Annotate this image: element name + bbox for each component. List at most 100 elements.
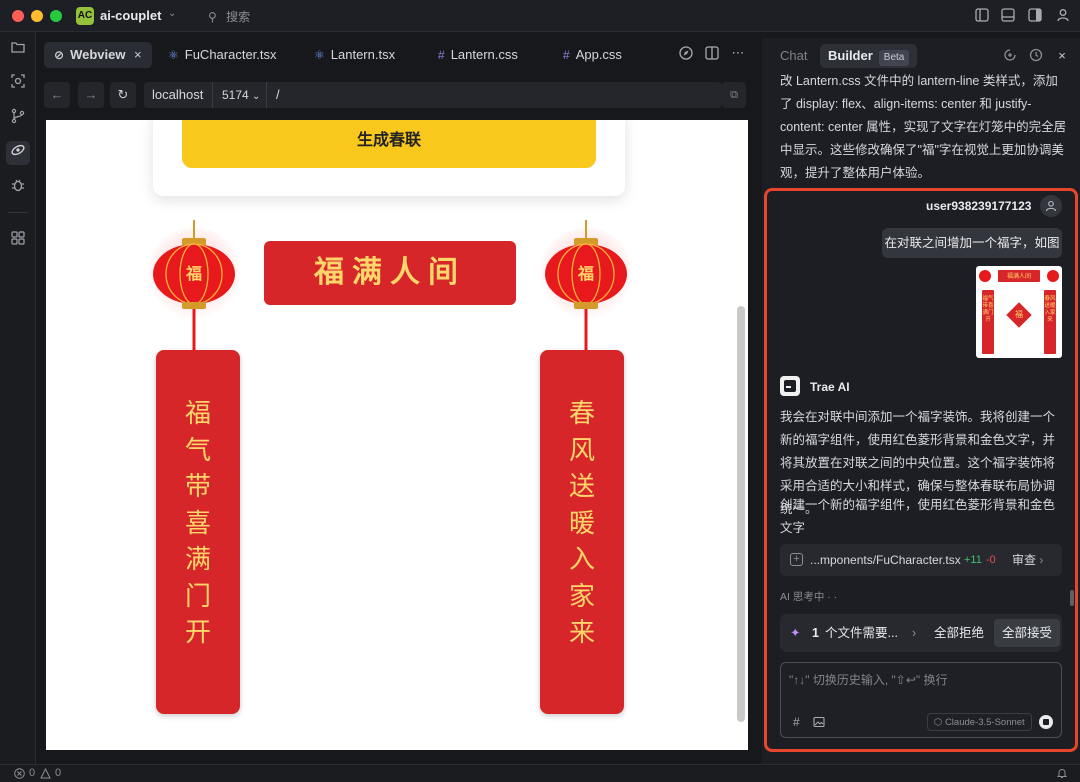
- lantern-character: 福: [577, 264, 594, 283]
- couplet-char: 暖: [568, 508, 595, 539]
- close-window-button[interactable]: [12, 10, 24, 22]
- port-select[interactable]: 5174 ⌄: [222, 82, 260, 110]
- trae-ai-avatar: [780, 376, 800, 396]
- status-bar: 0 0: [0, 764, 1080, 782]
- tab-webview[interactable]: ⊘ Webview ×: [44, 42, 152, 68]
- lantern-character: 福: [185, 264, 202, 283]
- search-code-icon[interactable]: [6, 72, 30, 96]
- editor-tabs: ⊘ Webview × ⚛ FuCharacter.tsx ⚛ Lantern.tsx…: [38, 38, 754, 70]
- account-icon[interactable]: [1055, 8, 1071, 24]
- right-couplet-text: 春 风 送 暖 入 家 来: [540, 396, 624, 652]
- couplet-char: 风: [568, 435, 595, 466]
- port-value: 5174: [222, 88, 249, 102]
- minimize-window-button[interactable]: [31, 10, 43, 22]
- generate-couplet-button[interactable]: 生成春联: [182, 120, 596, 168]
- horizontal-scroll: 福满人间: [264, 241, 516, 305]
- toggle-sidebar-icon[interactable]: [974, 8, 990, 24]
- forward-icon[interactable]: →: [78, 82, 104, 108]
- review-button[interactable]: 审查 ›: [1012, 544, 1043, 576]
- reject-all-button[interactable]: 全部拒绝: [934, 614, 984, 652]
- couplet-char: 入: [568, 545, 595, 575]
- lines-removed: -0: [986, 554, 996, 566]
- extensions-icon[interactable]: [6, 229, 30, 253]
- tab-lantern-tsx[interactable]: ⚛ Lantern.tsx: [314, 42, 395, 68]
- maximize-window-button[interactable]: [50, 10, 62, 22]
- chat-input[interactable]: "↑↓" 切换历史输入, "⇧↩" 换行 # ⬡ Claude-3.5-Sonn…: [780, 662, 1062, 738]
- beta-badge: Beta: [878, 50, 910, 66]
- couplet-char: 送: [568, 472, 595, 502]
- thumb-center: 福: [1015, 310, 1023, 319]
- tab-lantern-css[interactable]: # Lantern.css: [438, 42, 518, 68]
- error-icon[interactable]: [14, 768, 25, 782]
- tab-label: Lantern.tsx: [330, 47, 396, 62]
- link-icon: ⊘: [54, 48, 65, 62]
- attached-image[interactable]: 福满人间 福气带喜满门开 春风送暖入家来 福: [976, 266, 1062, 358]
- hash-icon: #: [438, 48, 445, 62]
- stop-icon: [1043, 719, 1049, 725]
- tab-builder[interactable]: Builder Beta: [820, 44, 918, 68]
- tab-app-css[interactable]: # App.css: [563, 42, 622, 68]
- bell-icon[interactable]: [1056, 767, 1068, 782]
- chevron-right-icon[interactable]: ›: [912, 614, 916, 652]
- tab-chat[interactable]: Chat: [780, 48, 807, 63]
- toggle-panel-icon[interactable]: [1000, 8, 1016, 24]
- hash-icon: #: [563, 48, 570, 62]
- user-avatar-icon: [1040, 195, 1062, 217]
- webview-scrollbar[interactable]: [737, 306, 745, 722]
- explorer-icon[interactable]: [6, 38, 30, 62]
- url-path: /: [276, 87, 280, 102]
- new-chat-icon[interactable]: [1002, 48, 1018, 64]
- tab-label: Lantern.css: [450, 47, 518, 62]
- file-change-card[interactable]: + ...mponents/FuCharacter.tsx +11 -0 审查 …: [780, 544, 1062, 576]
- reload-icon[interactable]: ↻: [110, 82, 136, 108]
- webview-icon[interactable]: [6, 141, 30, 165]
- previous-ai-message: 改 Lantern.css 文件中的 lantern-line 类样式，添加了 …: [780, 74, 1067, 180]
- history-icon[interactable]: [1028, 48, 1044, 64]
- activity-divider: [8, 212, 28, 213]
- url-input[interactable]: localhost 5174 ⌄ /: [144, 82, 722, 108]
- search-label: 搜索: [226, 10, 251, 24]
- hash-icon[interactable]: #: [793, 715, 800, 729]
- url-host: localhost: [152, 87, 204, 102]
- image-icon[interactable]: [813, 715, 825, 733]
- close-tab-icon[interactable]: ×: [134, 42, 142, 68]
- close-panel-icon[interactable]: ×: [1054, 48, 1070, 64]
- debug-icon[interactable]: [6, 176, 30, 200]
- couplet-char: 满: [184, 545, 211, 575]
- tab-label: App.css: [575, 47, 622, 62]
- panel-scrollbar[interactable]: [1070, 590, 1074, 606]
- activity-bar: [0, 32, 36, 764]
- warning-icon[interactable]: [40, 767, 51, 782]
- lines-added: +11: [964, 554, 982, 566]
- split-editor-icon[interactable]: [704, 46, 720, 62]
- project-name[interactable]: ai-couplet: [100, 8, 161, 23]
- source-control-icon[interactable]: [6, 107, 30, 131]
- compass-icon[interactable]: [678, 46, 694, 62]
- accept-all-button[interactable]: 全部接受: [994, 619, 1061, 647]
- tab-label: FuCharacter.tsx: [184, 47, 277, 62]
- pending-count: 1: [812, 626, 819, 640]
- review-label: 审查: [1012, 553, 1037, 567]
- thumb-left: 福气带喜满门开: [982, 296, 994, 323]
- thumb-horizontal: 福满人间: [1006, 273, 1031, 280]
- couplet-char: 开: [184, 618, 211, 648]
- open-external-icon[interactable]: ⧉: [722, 82, 746, 108]
- couplet-char: 福: [184, 399, 211, 429]
- search-icon: ⚲: [208, 10, 217, 24]
- user-message: 在对联之间增加一个福字，如图: [882, 228, 1062, 258]
- more-icon[interactable]: ⋯: [730, 45, 746, 61]
- back-icon[interactable]: ←: [44, 82, 70, 108]
- file-path: ...mponents/FuCharacter.tsx: [810, 553, 961, 567]
- ai-message: 创建一个新的福字组件，使用红色菱形背景和金色文字: [780, 498, 1056, 535]
- model-selector[interactable]: ⬡ Claude-3.5-Sonnet: [927, 713, 1032, 731]
- stop-button[interactable]: [1039, 715, 1053, 729]
- couplet-char: 带: [184, 472, 211, 502]
- expand-icon[interactable]: +: [790, 553, 803, 566]
- global-search[interactable]: ⚲ 搜索: [208, 8, 250, 25]
- toggle-right-panel-icon[interactable]: [1027, 8, 1043, 24]
- tab-fucharacter[interactable]: ⚛ FuCharacter.tsx: [168, 42, 277, 68]
- sparkle-icon: ✦: [790, 626, 801, 640]
- ai-name: Trae AI: [810, 380, 850, 394]
- chevron-down-icon[interactable]: ⌄: [168, 8, 176, 19]
- thumb-right: 春风送暖入家来: [1044, 296, 1056, 323]
